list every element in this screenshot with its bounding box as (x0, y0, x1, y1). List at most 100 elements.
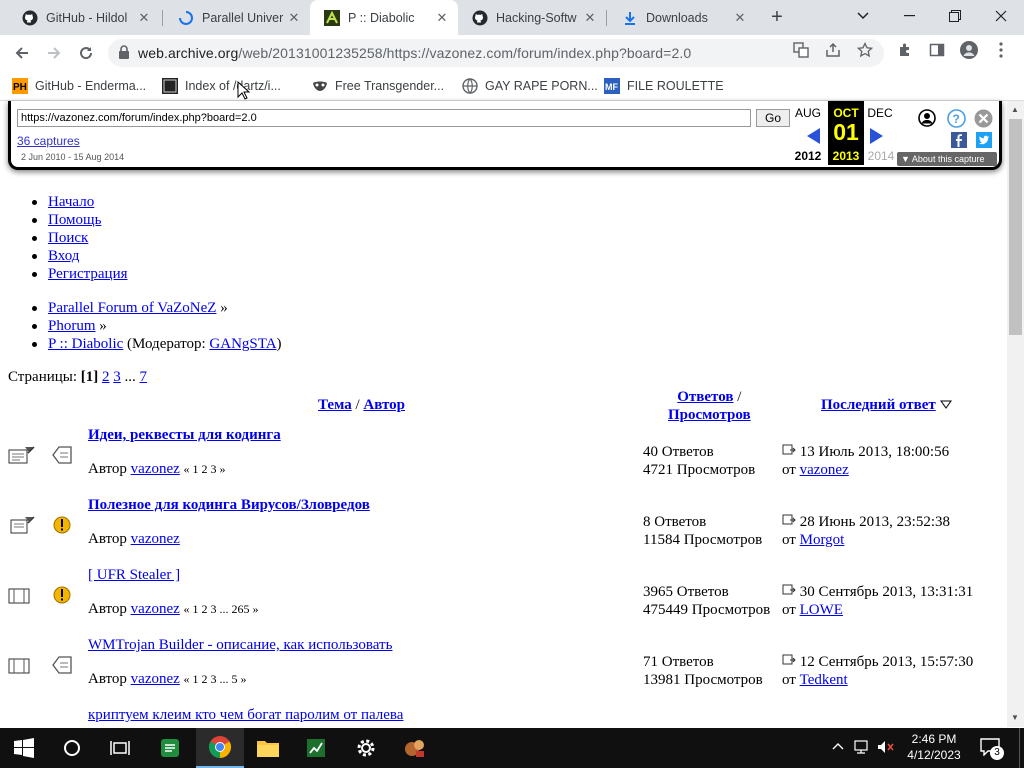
tab-hacking-software[interactable]: Hacking-Softw ✕ (458, 0, 606, 35)
tab-parallel-universe[interactable]: Parallel Univer ✕ (164, 0, 310, 35)
captures-link[interactable]: 36 captures (17, 134, 80, 148)
last-post-icon[interactable] (782, 444, 796, 456)
moderator-link[interactable]: GANgSTA (209, 336, 276, 352)
scroll-up-arrow-icon[interactable]: ▲ (1011, 105, 1019, 114)
close-window-button[interactable] (978, 0, 1024, 32)
topic-title-link[interactable]: Полезное для кодинга Вирусов/Зловредов (88, 497, 370, 514)
pagination-page-link[interactable]: 3 (113, 369, 121, 385)
author-link[interactable]: vazonez (131, 671, 180, 687)
translate-icon[interactable] (792, 41, 810, 59)
close-icon[interactable]: ✕ (286, 10, 302, 26)
topic-title-link[interactable]: WMTrojan Builder - описание, как использ… (88, 637, 392, 654)
bookmark-index-dartz[interactable]: Index of /dartz/i... (162, 77, 281, 95)
page-scrollbar[interactable]: ▲ ▼ (1007, 101, 1024, 727)
restore-button[interactable] (932, 0, 978, 32)
prev-year-label[interactable]: 2012 (790, 149, 826, 163)
reload-button[interactable] (74, 41, 98, 65)
wayback-url-input[interactable] (17, 109, 751, 127)
close-icon[interactable]: ✕ (434, 10, 450, 26)
next-capture-arrow-icon[interactable] (869, 128, 883, 144)
bookmark-file-roulette[interactable]: MF FILE ROULETTE (604, 77, 724, 95)
task-view-button[interactable] (96, 728, 144, 768)
pagination-page-link[interactable]: 2 (102, 369, 110, 385)
topic-title-link[interactable]: [ UFR Stealer ] (88, 567, 180, 584)
scroll-down-arrow-icon[interactable]: ▼ (1011, 713, 1019, 722)
account-icon[interactable] (918, 109, 936, 127)
taskbar-app-game[interactable] (390, 728, 438, 768)
topic-title-link[interactable]: криптуем клеим кто чем богат паролим от … (88, 707, 403, 724)
pagination-last-link[interactable]: 7 (140, 369, 148, 385)
author-link[interactable]: vazonez (131, 601, 180, 617)
bookmark-github-enderman[interactable]: PH GitHub - Enderma... (12, 77, 146, 95)
new-tab-button[interactable]: + (765, 5, 789, 29)
menu-login-link[interactable]: Вход (48, 248, 79, 264)
close-toolbar-icon[interactable] (974, 109, 993, 128)
sort-replies-link[interactable]: Ответов (677, 389, 733, 405)
topic-pages[interactable]: « 1 2 3 ... 5 » (184, 672, 247, 686)
author-link[interactable]: vazonez (131, 461, 180, 477)
close-icon[interactable]: ✕ (582, 10, 598, 26)
bookmark-star-icon[interactable] (856, 41, 874, 59)
taskbar-app-chart[interactable] (292, 728, 340, 768)
show-desktop-button[interactable] (1019, 728, 1024, 768)
taskbar-app-sheets[interactable] (146, 728, 194, 768)
twitter-icon[interactable] (976, 132, 992, 148)
last-post-author-link[interactable]: Morgot (800, 532, 845, 548)
help-icon[interactable]: ? (947, 109, 966, 128)
facebook-icon[interactable] (951, 132, 967, 148)
sort-topic-link[interactable]: Тема (318, 397, 352, 413)
sort-last-post-link[interactable]: Последний ответ (821, 397, 936, 413)
last-post-author-link[interactable]: Tedkent (800, 672, 848, 688)
system-clock[interactable]: 2:46 PM 4/12/2023 (902, 731, 966, 763)
menu-help-link[interactable]: Помощь (48, 212, 101, 228)
last-post-icon[interactable] (782, 654, 796, 666)
sort-author-link[interactable]: Автор (363, 397, 405, 413)
tab-downloads[interactable]: Downloads ✕ (608, 0, 756, 35)
sort-views-link[interactable]: Просмотров (668, 407, 751, 423)
topic-pages[interactable]: « 1 2 3 » (184, 462, 226, 476)
menu-search-link[interactable]: Поиск (48, 230, 88, 246)
network-icon[interactable] (854, 740, 872, 754)
bookmark-free-transgender[interactable]: Free Transgender... (312, 77, 444, 95)
breadcrumb-board-link[interactable]: P :: Diabolic (48, 336, 123, 352)
close-icon[interactable]: ✕ (732, 10, 748, 26)
taskbar-settings[interactable] (342, 728, 390, 768)
author-link[interactable]: vazonez (131, 531, 180, 547)
breadcrumb-forum-link[interactable]: Parallel Forum of VaZoNeZ (48, 300, 216, 316)
about-capture-button[interactable]: ▼ About this capture (897, 152, 997, 166)
last-post-author-link[interactable]: vazonez (800, 462, 849, 478)
topic-title-link[interactable]: Идеи, реквесты для кодинга (88, 427, 281, 444)
tab-github-hildol[interactable]: GitHub - Hildol ✕ (8, 0, 160, 35)
last-post-icon[interactable] (782, 584, 796, 596)
last-post-icon[interactable] (782, 514, 796, 526)
tray-chevron-up-icon[interactable] (832, 742, 844, 750)
last-post-author-link[interactable]: LOWE (800, 602, 843, 618)
taskbar-chrome[interactable] (196, 728, 244, 768)
scroll-thumb[interactable] (1009, 119, 1022, 335)
prev-month-label[interactable]: AUG (790, 106, 826, 120)
volume-muted-icon[interactable] (877, 740, 895, 754)
taskbar-file-explorer[interactable] (244, 728, 292, 768)
breadcrumb-section-link[interactable]: Phorum (48, 318, 96, 334)
sort-desc-icon[interactable] (939, 400, 952, 409)
tab-search-chevron-icon[interactable] (840, 0, 886, 32)
address-bar[interactable]: web.archive.org/web/20131001235258/https… (108, 39, 884, 67)
back-button[interactable] (10, 41, 34, 65)
start-button[interactable] (0, 728, 48, 768)
search-button[interactable] (48, 728, 96, 768)
tab-diabolic[interactable]: P :: Diabolic ✕ (310, 0, 458, 35)
topic-pages[interactable]: « 1 2 3 ... 265 » (184, 602, 259, 616)
menu-register-link[interactable]: Регистрация (48, 266, 128, 282)
share-icon[interactable] (824, 41, 842, 59)
wayback-go-button[interactable]: Go (756, 109, 790, 127)
close-icon[interactable]: ✕ (136, 10, 152, 26)
menu-dots-icon[interactable] (992, 41, 1010, 59)
profile-avatar-icon[interactable] (960, 41, 978, 59)
lock-icon[interactable] (118, 44, 130, 62)
prev-capture-arrow-icon[interactable] (807, 128, 821, 144)
notification-center-button[interactable]: 3 (980, 738, 1004, 760)
forward-button[interactable] (42, 41, 66, 65)
extensions-icon[interactable] (896, 41, 914, 59)
menu-home-link[interactable]: Начало (48, 194, 94, 210)
side-panel-icon[interactable] (928, 41, 946, 59)
